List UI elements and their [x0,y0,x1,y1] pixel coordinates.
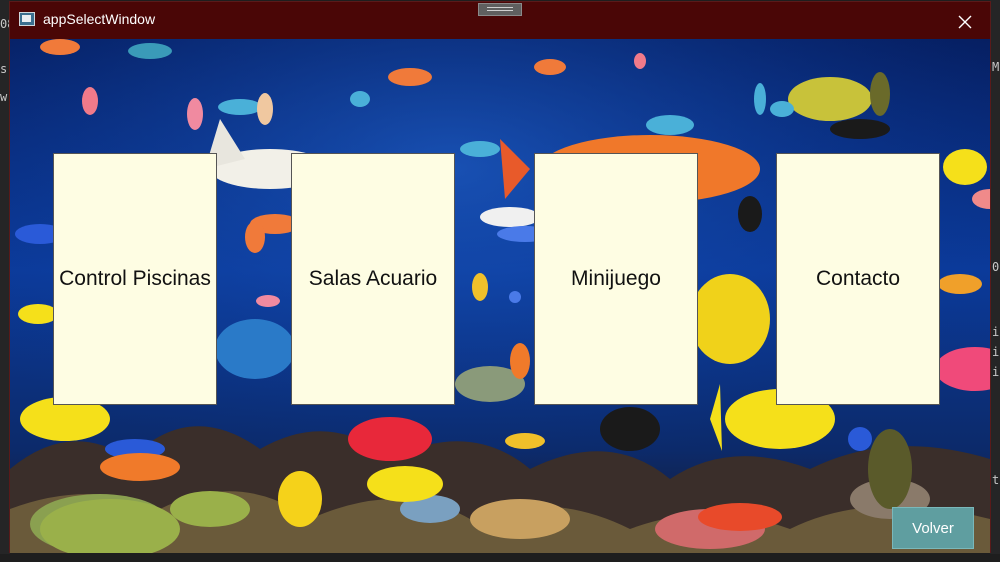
close-button[interactable] [950,6,980,34]
drag-grip-icon[interactable] [478,3,522,16]
window-content: Control Piscinas Salas Acuario Minijuego… [10,39,990,553]
window-title: appSelectWindow [43,11,156,27]
ide-fragment: M [992,60,1000,74]
volver-label: Volver [912,519,954,537]
ide-fragment: i [992,365,1000,379]
minijuego-label: Minijuego [571,267,661,290]
salas-acuario-label: Salas Acuario [308,267,438,290]
ide-fragment: i [992,325,1000,339]
minijuego-button[interactable]: Minijuego [534,153,698,405]
salas-acuario-button[interactable]: Salas Acuario [291,153,455,405]
app-select-window: appSelectWindow Control Piscinas Salas A… [9,1,991,553]
window-app-icon [19,12,35,26]
ide-background-bottom [0,554,1000,562]
volver-button[interactable]: Volver [892,507,974,549]
contacto-button[interactable]: Contacto [776,153,940,405]
control-piscinas-label: Control Piscinas [59,267,211,290]
close-icon [958,15,972,28]
ide-fragment: 0 [992,260,1000,274]
contacto-label: Contacto [815,267,901,290]
ide-fragment: s [0,62,8,76]
ide-background-right: M 0 i i i t [990,0,1000,562]
ide-fragment: w [0,90,8,104]
ide-fragment: i [992,345,1000,359]
control-piscinas-button[interactable]: Control Piscinas [53,153,217,405]
title-bar[interactable]: appSelectWindow [10,2,990,39]
ide-fragment: t [992,473,1000,487]
